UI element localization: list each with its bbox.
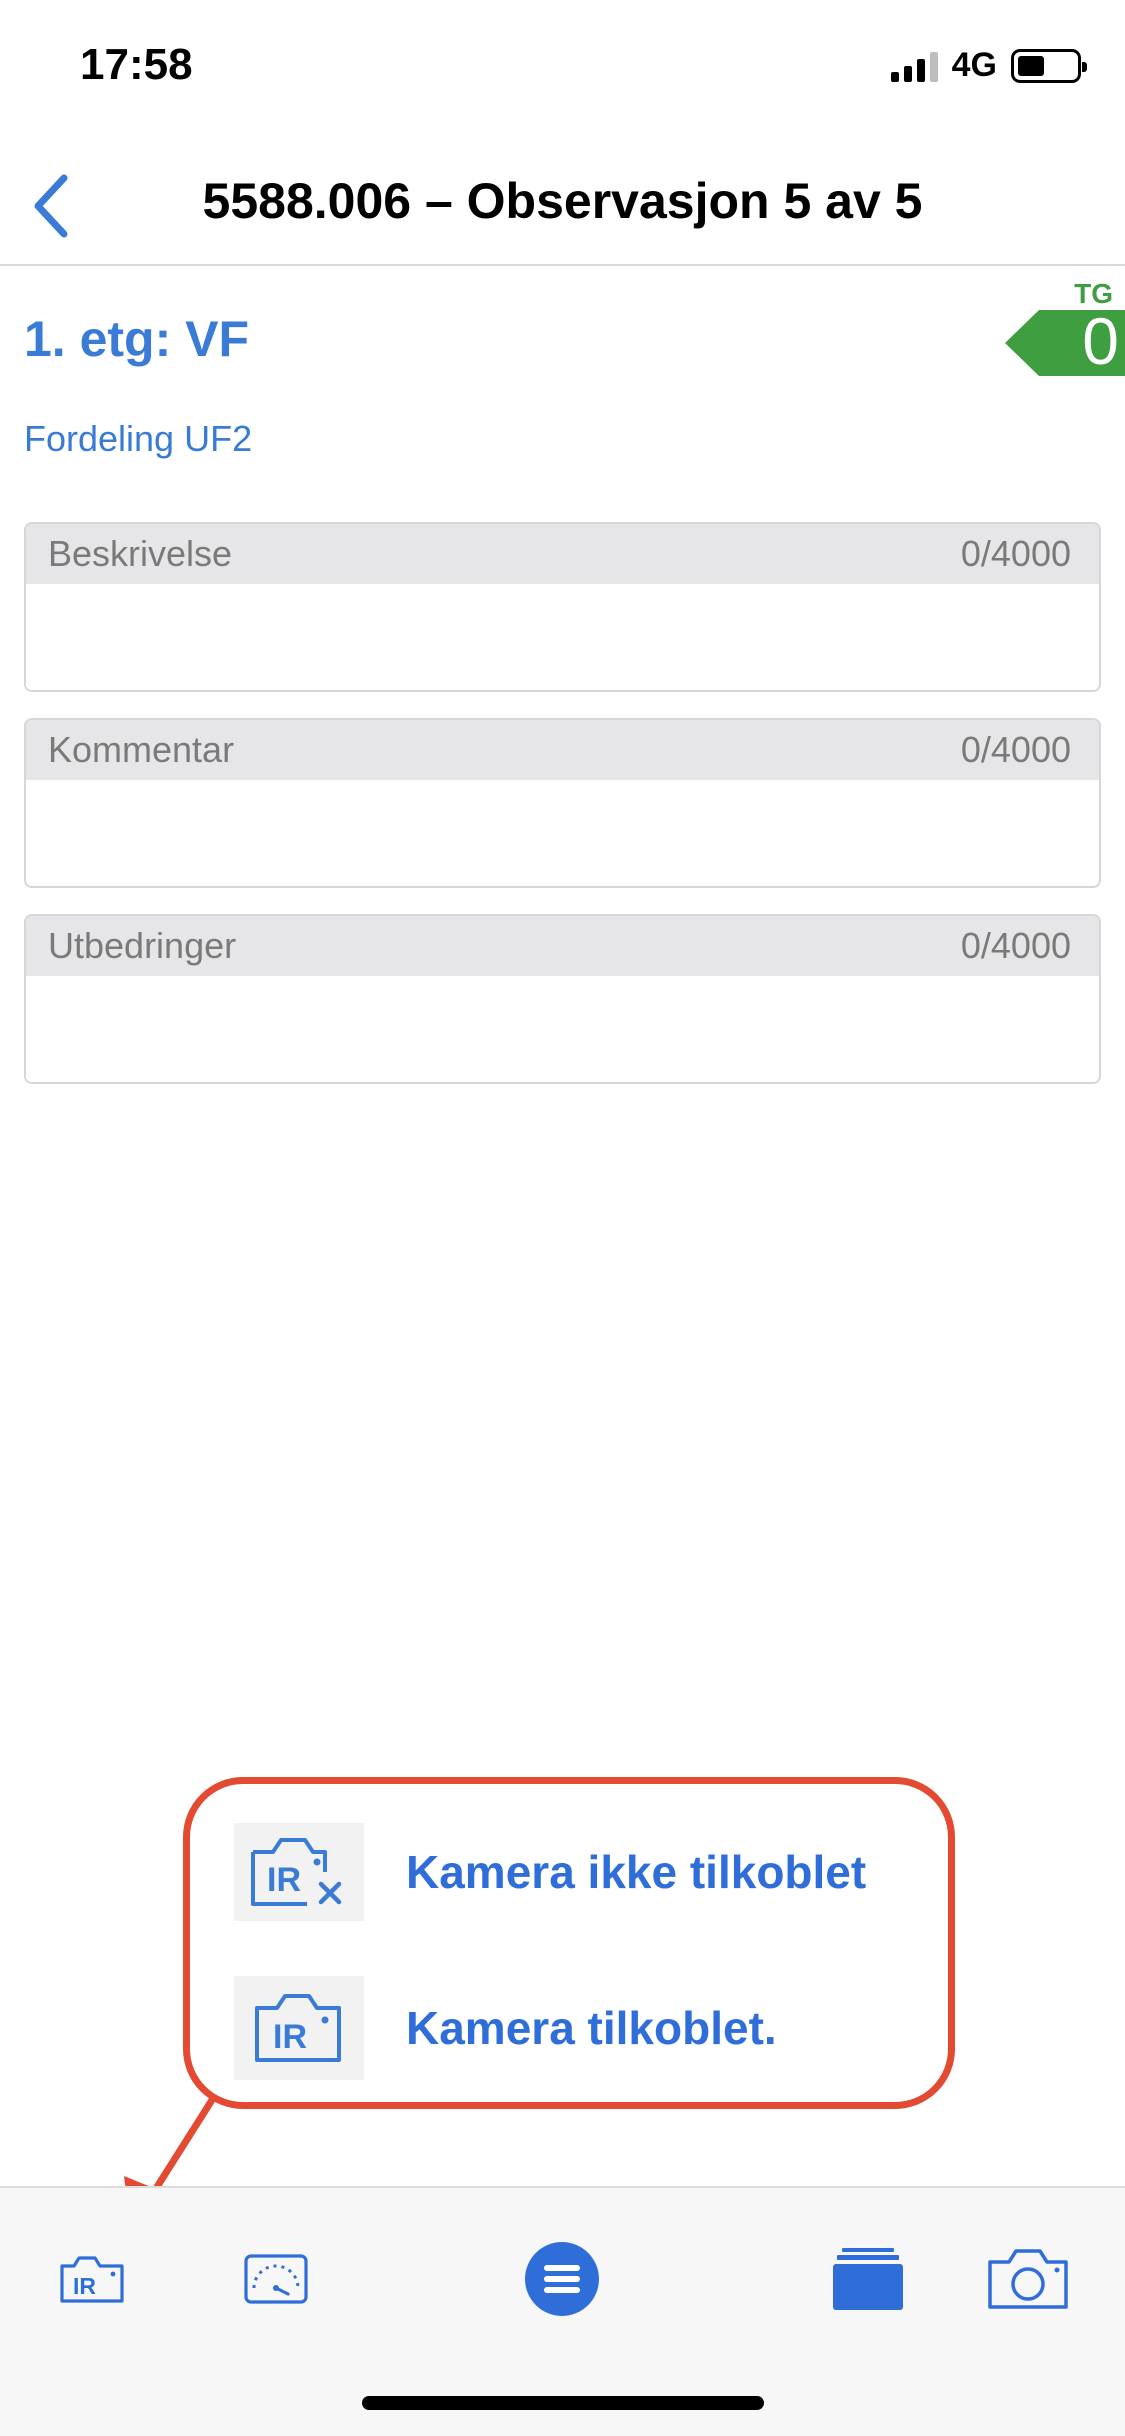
comment-field: Kommentar 0/4000: [24, 718, 1101, 888]
gauge-button[interactable]: [236, 2234, 316, 2324]
ir-camera-disconnected-icon: IR: [234, 1823, 364, 1921]
menu-button[interactable]: [522, 2234, 602, 2324]
improvements-field-header: Utbedringer 0/4000: [26, 916, 1099, 976]
comment-input[interactable]: [26, 780, 1099, 886]
improvements-field-label: Utbedringer: [48, 925, 237, 966]
improvements-input[interactable]: [26, 976, 1099, 1082]
condition-grade[interactable]: TG 0: [1005, 278, 1125, 378]
svg-text:IR: IR: [273, 2018, 307, 2056]
camera-connected-label: Kamera tilkoblet.: [406, 2002, 777, 2054]
ir-camera-connected-icon: IR: [234, 1976, 364, 2080]
screen: 17:58 4G 5588.006 – Observasjon 5 av 5 1…: [0, 0, 1125, 2436]
annotation-callout: IR Kamera ikke tilkoblet IR Kamera tilko…: [183, 1777, 955, 2109]
camera-button[interactable]: [986, 2234, 1070, 2324]
description-char-count: 0/4000: [960, 533, 1071, 574]
gauge-icon: [244, 2254, 308, 2304]
description-field-label: Beskrivelse: [48, 533, 233, 574]
camera-disconnected-label: Kamera ikke tilkoblet: [406, 1846, 867, 1898]
signal-icon: [890, 50, 938, 82]
layers-icon: [833, 2248, 903, 2310]
improvements-char-count: 0/4000: [960, 925, 1071, 966]
condition-grade-value: 0: [1082, 304, 1119, 378]
network-label: 4G: [951, 46, 997, 84]
callout-row-disconnected: IR Kamera ikke tilkoblet: [234, 1823, 866, 1921]
callout-row-connected: IR Kamera tilkoblet.: [234, 1976, 777, 2080]
home-indicator[interactable]: [362, 2396, 764, 2410]
svg-text:IR: IR: [73, 2273, 96, 2299]
page-title: 5588.006 – Observasjon 5 av 5: [202, 173, 923, 229]
improvements-field: Utbedringer 0/4000: [24, 914, 1101, 1084]
status-time: 17:58: [80, 40, 193, 89]
description-field-header: Beskrivelse 0/4000: [26, 524, 1099, 584]
battery-icon: [1011, 48, 1087, 83]
layers-button[interactable]: [826, 2234, 910, 2324]
location-title: 1. etg: VF: [24, 311, 250, 367]
svg-text:IR: IR: [267, 1861, 301, 1899]
description-field: Beskrivelse 0/4000: [24, 522, 1101, 692]
comment-field-label: Kommentar: [48, 729, 235, 770]
comment-field-header: Kommentar 0/4000: [26, 720, 1099, 780]
ir-camera-button[interactable]: IR: [52, 2234, 132, 2324]
ir-camera-icon: IR: [60, 2256, 124, 2303]
menu-icon: [525, 2242, 599, 2316]
description-input[interactable]: [26, 584, 1099, 690]
status-indicators: 4G: [890, 46, 1087, 85]
nav-bar: 5588.006 – Observasjon 5 av 5: [0, 150, 1125, 266]
comment-char-count: 0/4000: [960, 729, 1071, 770]
location-subtitle: Fordeling UF2: [24, 418, 253, 459]
camera-icon: [988, 2249, 1068, 2309]
